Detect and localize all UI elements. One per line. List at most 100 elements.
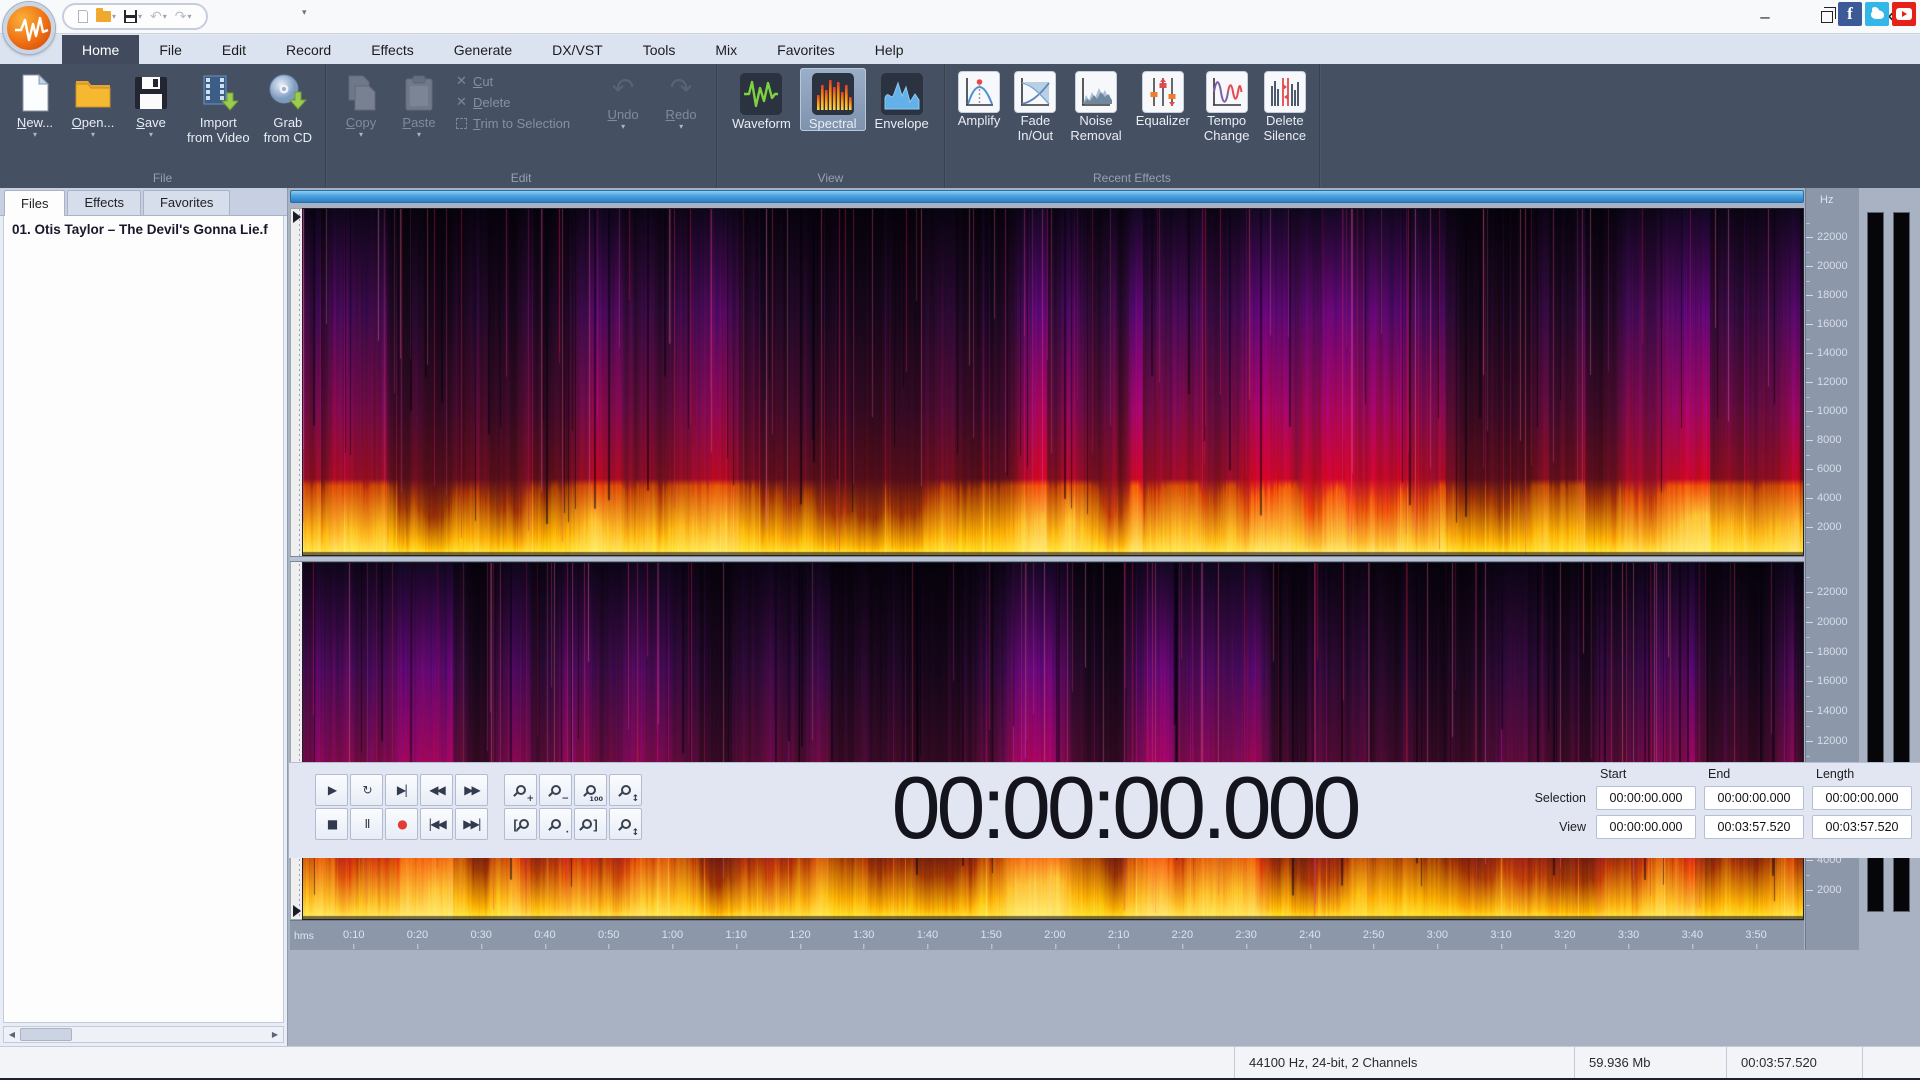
amplify-button[interactable]: Amplify <box>951 68 1008 128</box>
equalizer-button[interactable]: Equalizer <box>1129 68 1197 128</box>
rewind-button[interactable]: ◀◀ <box>420 774 453 806</box>
selection-end-field[interactable]: 00:00:00.000 <box>1704 786 1804 810</box>
scroll-track[interactable] <box>20 1027 267 1042</box>
menu-tab-favorites[interactable]: Favorites <box>757 35 855 64</box>
save-button[interactable]: Save ▾ <box>122 68 180 139</box>
view-start-field[interactable]: 00:00:00.000 <box>1596 815 1696 839</box>
menu-tab-file[interactable]: File <box>139 35 202 64</box>
youtube-icon[interactable] <box>1892 2 1916 26</box>
spectrogram-left-channel[interactable] <box>302 208 1804 556</box>
play-button[interactable]: ▶ <box>315 774 348 806</box>
frequency-tick <box>1806 905 1810 907</box>
sidebar-horizontal-scrollbar[interactable]: ◀ ▶ <box>3 1026 284 1043</box>
menu-tab-help[interactable]: Help <box>855 35 924 64</box>
menu-tab-effects[interactable]: Effects <box>351 35 434 64</box>
fade-in-out-button[interactable]: Fade In/Out <box>1007 68 1063 143</box>
redo-button[interactable]: ↷ Redo ▾ <box>652 68 710 131</box>
selection-start-marker-bottom[interactable] <box>293 905 301 917</box>
zoom-selection-end-button[interactable]: ] <box>574 808 607 840</box>
qat-redo-button[interactable]: ↷ ▾ <box>173 6 194 27</box>
resize-grip[interactable] <box>1862 1047 1920 1078</box>
selection-start-marker-top[interactable] <box>293 211 301 223</box>
envelope-view-button[interactable]: Envelope <box>866 68 938 131</box>
qat-undo-button[interactable]: ↶ ▾ <box>148 6 169 27</box>
minimize-button[interactable]: – <box>1734 0 1796 33</box>
menu-tab-tools[interactable]: Tools <box>623 35 696 64</box>
fast-forward-button[interactable]: ▶▶ <box>455 774 488 806</box>
stop-button[interactable]: ■ <box>315 808 348 840</box>
magnifier-icon <box>582 819 593 829</box>
app-logo-icon[interactable] <box>3 2 55 54</box>
go-to-end-button[interactable]: ▶▶| <box>455 808 488 840</box>
frequency-tick-label: 22000 <box>1817 585 1848 598</box>
import-from-video-button[interactable]: Import from Video <box>180 68 257 145</box>
menu-tab-generate[interactable]: Generate <box>434 35 532 64</box>
zoom-vertical-button[interactable]: ↕ <box>609 774 642 806</box>
ribbon-group-recent-effects: Amplify Fade In/Out Noise Removal Equali… <box>945 64 1321 188</box>
spectral-view-button[interactable]: Spectral <box>799 68 866 131</box>
equalizer-icon <box>1141 71 1184 113</box>
paste-button[interactable]: Paste ▾ <box>390 68 448 139</box>
menu-tab-dx-vst[interactable]: DX/VST <box>532 35 623 64</box>
zoom-in-button[interactable]: + <box>504 774 537 806</box>
scroll-left-icon[interactable]: ◀ <box>4 1027 20 1042</box>
record-button[interactable]: ● <box>385 808 418 840</box>
copy-button[interactable]: Copy ▾ <box>332 68 390 139</box>
zoom-selection-start-button[interactable]: [ <box>504 808 537 840</box>
frequency-tick-label: 18000 <box>1817 645 1848 658</box>
spectrogram-right-channel[interactable] <box>302 562 1804 920</box>
time-tick-label: 0:50 <box>597 929 620 949</box>
waveform-logo-icon <box>15 16 49 42</box>
undo-button[interactable]: ↶ Undo ▾ <box>594 68 652 131</box>
scroll-right-icon[interactable]: ▶ <box>267 1027 283 1042</box>
view-end-field[interactable]: 00:03:57.520 <box>1704 815 1804 839</box>
time-tick-label: 3:30 <box>1617 929 1640 949</box>
menu-tab-edit[interactable]: Edit <box>202 35 266 64</box>
selection-length-field[interactable]: 00:00:00.000 <box>1812 786 1912 810</box>
sidebar-tab-files[interactable]: Files <box>4 190 66 216</box>
play-next-button[interactable]: ▶| <box>385 774 418 806</box>
time-tick-label: 0:30 <box>470 929 492 949</box>
qat-open-button[interactable]: ▾ <box>94 6 118 27</box>
view-length-field[interactable]: 00:03:57.520 <box>1812 815 1912 839</box>
zoom-selection-button[interactable]: · <box>539 808 572 840</box>
selection-start-field[interactable]: 00:00:00.000 <box>1596 786 1696 810</box>
delete-button[interactable]: ✕ Delete <box>456 95 570 110</box>
noise-removal-button[interactable]: Noise Removal <box>1063 68 1128 143</box>
zoom-vertical-2-button[interactable]: ↕ <box>609 808 642 840</box>
menu-tab-home[interactable]: Home <box>62 35 140 64</box>
qat-customize-button[interactable]: ▾ <box>302 8 307 18</box>
sidebar-tab-effects[interactable]: Effects <box>67 190 141 215</box>
time-ruler[interactable]: hms 0:10 0:20 0:30 0:40 0:50 1:00 1:10 1:20 1:30… <box>290 920 1804 950</box>
spectrogram-scrollbar[interactable] <box>290 190 1804 203</box>
go-to-start-button[interactable]: |◀◀ <box>420 808 453 840</box>
sidebar-tab-favorites[interactable]: Favorites <box>142 190 231 215</box>
magnifier-icon <box>518 819 529 829</box>
title-bar: ▾ ▾ ↶▾ ↷▾ ▾ – × <box>0 0 1920 54</box>
file-size-status: 59.936 Mb <box>1574 1047 1726 1078</box>
view-row-label: View <box>1559 820 1586 834</box>
file-list-item[interactable]: 01. Otis Taylor – The Devil's Gonna Lie.… <box>4 216 283 243</box>
trim-to-selection-button[interactable]: Trim to Selection <box>456 116 570 131</box>
qat-new-button[interactable] <box>76 6 90 27</box>
pause-button[interactable]: Ⅱ <box>350 808 383 840</box>
menu-tab-mix[interactable]: Mix <box>695 35 757 64</box>
cut-button[interactable]: ✕ Cut <box>456 74 570 89</box>
twitter-icon[interactable] <box>1865 2 1889 26</box>
waveform-view-button[interactable]: Waveform <box>723 68 800 131</box>
time-tick-label: 2:00 <box>1044 929 1066 949</box>
loop-button[interactable]: ↻ <box>350 774 383 806</box>
zoom-out-button[interactable]: − <box>539 774 572 806</box>
facebook-icon[interactable]: f <box>1838 2 1862 26</box>
qat-save-button[interactable]: ▾ <box>122 6 144 27</box>
delete-silence-button[interactable]: Delete Silence <box>1256 68 1313 143</box>
frequency-tick <box>1806 280 1810 282</box>
new-button[interactable]: New... ▾ <box>6 68 64 139</box>
grab-from-cd-button[interactable]: Grab from CD <box>257 68 319 145</box>
open-button[interactable]: Open... ▾ <box>64 68 122 139</box>
tempo-change-button[interactable]: Tempo Change <box>1197 68 1257 143</box>
frequency-unit-label: Hz <box>1820 194 1834 206</box>
scroll-thumb[interactable] <box>20 1028 72 1041</box>
zoom-100-button[interactable]: 100 <box>574 774 607 806</box>
menu-tab-record[interactable]: Record <box>266 35 351 64</box>
